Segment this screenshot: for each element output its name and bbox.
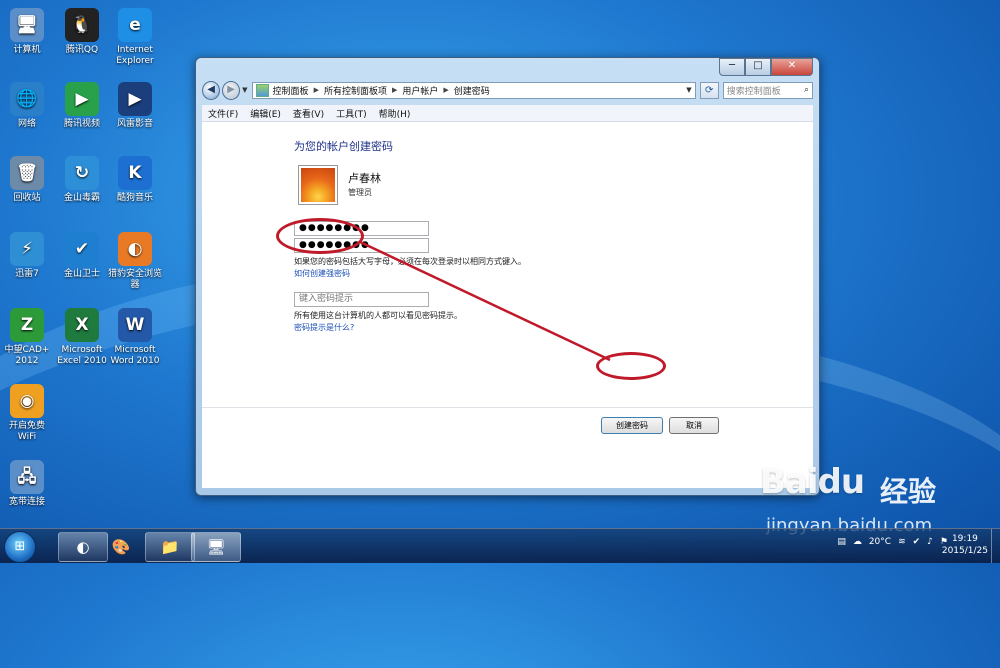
volume-icon[interactable]: ♪	[927, 537, 933, 547]
jingyan-label: 经验	[880, 475, 937, 508]
create-button-highlight	[596, 352, 666, 380]
annotation-line	[359, 240, 611, 362]
wifi-icon[interactable]: ≋	[898, 537, 906, 547]
baidu-logo: Baidu	[760, 462, 865, 502]
start-button[interactable]: ⊞	[4, 531, 36, 563]
clock-time: 19:19	[951, 534, 978, 544]
password-fields-highlight	[276, 218, 364, 254]
system-tray: ▤ ☁ 20°C ≋ ✔ ♪ ⚑	[830, 537, 948, 547]
clock[interactable]: 19:19 2015/1/25	[942, 533, 988, 557]
taskbar: ⊞ ◐ 🎨 📁 🖥 ▤ ☁ 20°C ≋ ✔ ♪ ⚑ 19:19 2015/1/…	[0, 528, 1000, 563]
temperature-label[interactable]: 20°C	[869, 537, 891, 547]
show-desktop-button[interactable]	[991, 529, 1000, 563]
taskbar-paint-icon[interactable]: 🎨	[98, 532, 144, 562]
taskbar-control-panel-icon[interactable]: 🖥	[191, 532, 241, 562]
weather-icon[interactable]: ☁	[853, 537, 862, 547]
network-tray-icon[interactable]: ▤	[837, 537, 846, 547]
taskbar-explorer-icon[interactable]: 📁	[145, 532, 195, 562]
security-tray-icon[interactable]: ✔	[913, 537, 921, 547]
clock-date: 2015/1/25	[941, 546, 988, 556]
